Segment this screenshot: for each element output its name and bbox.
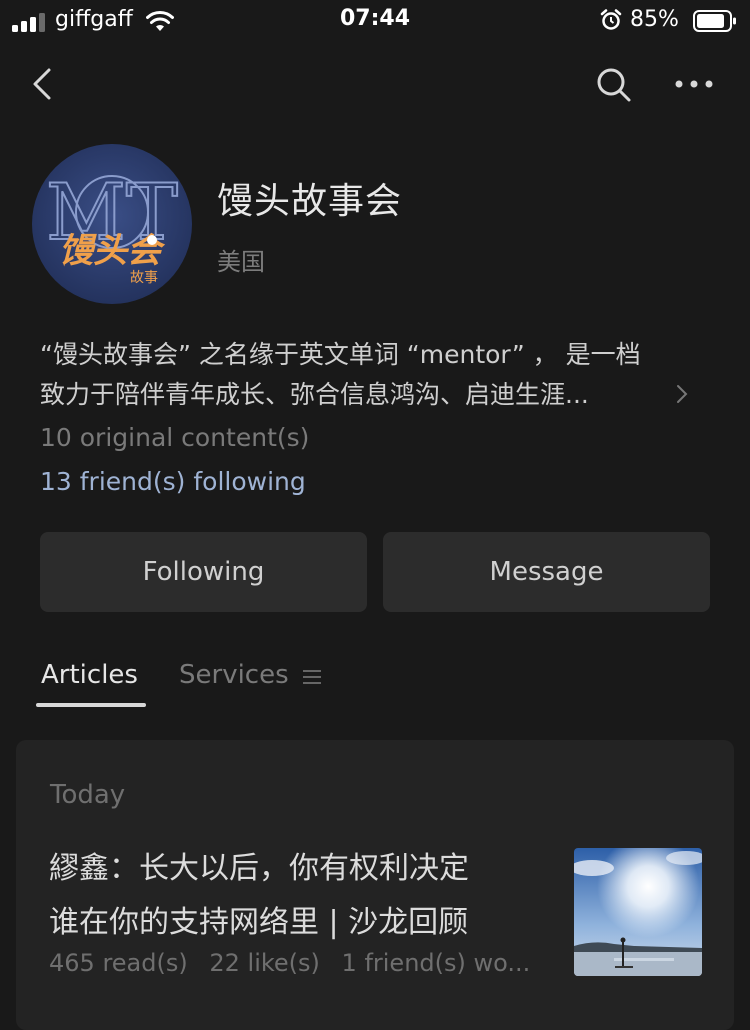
battery-percent: 85% bbox=[630, 7, 679, 32]
article-friends: 1 friend(s) wo... bbox=[341, 949, 531, 977]
battery-icon bbox=[693, 10, 736, 32]
back-icon[interactable] bbox=[28, 64, 58, 104]
article-title[interactable]: 繆鑫：长大以后，你有权利决定 谁在你的支持网络里 | 沙龙回顾 bbox=[49, 842, 549, 950]
description-line-1: “馒头故事会” 之名缘于英文单词 “mentor” ， 是一档 bbox=[40, 340, 641, 369]
alarm-icon bbox=[600, 9, 622, 30]
following-button[interactable]: Following bbox=[40, 532, 367, 612]
article-title-line-2: 谁在你的支持网络里 | 沙龙回顾 bbox=[49, 905, 469, 940]
search-icon[interactable] bbox=[594, 65, 634, 105]
account-description[interactable]: “馒头故事会” 之名缘于英文单词 “mentor” ， 是一档 致力于陪伴青年成… bbox=[40, 335, 700, 415]
article-likes: 22 like(s) bbox=[209, 949, 320, 977]
account-region: 美国 bbox=[217, 248, 265, 276]
friends-following-link[interactable]: 13 friend(s) following bbox=[40, 467, 306, 496]
avatar[interactable]: MT 馒头会 故事 bbox=[32, 144, 192, 304]
status-bar: giffgaff 07:44 85% bbox=[0, 0, 750, 44]
svg-text:故事: 故事 bbox=[130, 270, 158, 286]
feed-date-label: Today bbox=[50, 780, 126, 810]
article-thumbnail[interactable] bbox=[574, 848, 702, 976]
tab-services[interactable]: Services bbox=[179, 660, 289, 690]
more-dots-icon[interactable] bbox=[672, 70, 716, 98]
chevron-right-icon[interactable] bbox=[675, 382, 689, 406]
description-line-2: 致力于陪伴青年成长、弥合信息鸿沟、启迪生涯... bbox=[40, 380, 589, 409]
active-tab-indicator bbox=[36, 703, 146, 707]
avatar-logo: MT 馒头会 故事 bbox=[32, 144, 192, 304]
account-name: 馒头故事会 bbox=[217, 181, 403, 222]
message-button[interactable]: Message bbox=[383, 532, 710, 612]
article-reads: 465 read(s) bbox=[49, 949, 188, 977]
thumbnail-lake-image bbox=[574, 848, 702, 976]
menu-icon[interactable] bbox=[303, 669, 321, 685]
article-title-line-1: 繆鑫：长大以后，你有权利决定 bbox=[49, 851, 469, 886]
tab-articles[interactable]: Articles bbox=[41, 660, 138, 690]
original-content-count: 10 original content(s) bbox=[40, 423, 310, 452]
article-meta: 465 read(s) 22 like(s) 1 friend(s) wo... bbox=[49, 949, 544, 977]
